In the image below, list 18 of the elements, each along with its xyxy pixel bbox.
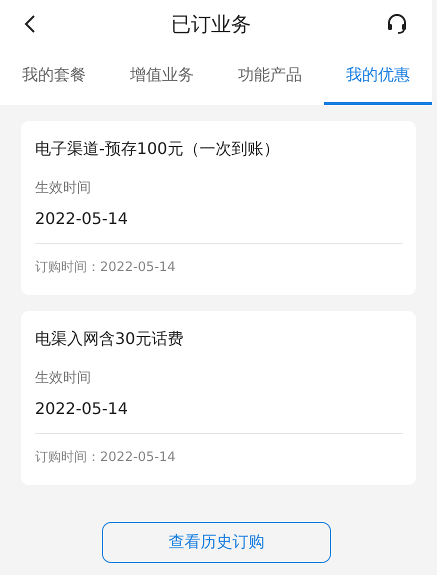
tab[interactable]: 我的套餐 [0,48,108,105]
back-icon [24,14,36,34]
back-button[interactable] [24,14,36,34]
effective-date: 2022-05-14 [35,399,403,434]
history-button[interactable]: 查看历史订购 [102,522,331,563]
offer-name: 电渠入网含30元话费 [35,329,184,350]
effective-label: 生效时间 [35,369,92,387]
effective-label: 生效时间 [35,179,92,197]
support-button[interactable] [386,13,408,35]
tab[interactable]: 功能产品 [216,48,324,105]
headset-icon [386,13,408,35]
offer-name: 电子渠道-预存100元（一次到账） [35,139,280,160]
tab[interactable]: 增值业务 [108,48,216,105]
page-title: 已订业务 [171,10,251,38]
tab[interactable]: 我的优惠 [324,48,432,105]
effective-date: 2022-05-14 [35,209,403,244]
order-time: 订购时间：2022-05-14 [35,449,177,466]
order-time: 订购时间：2022-05-14 [35,259,177,276]
